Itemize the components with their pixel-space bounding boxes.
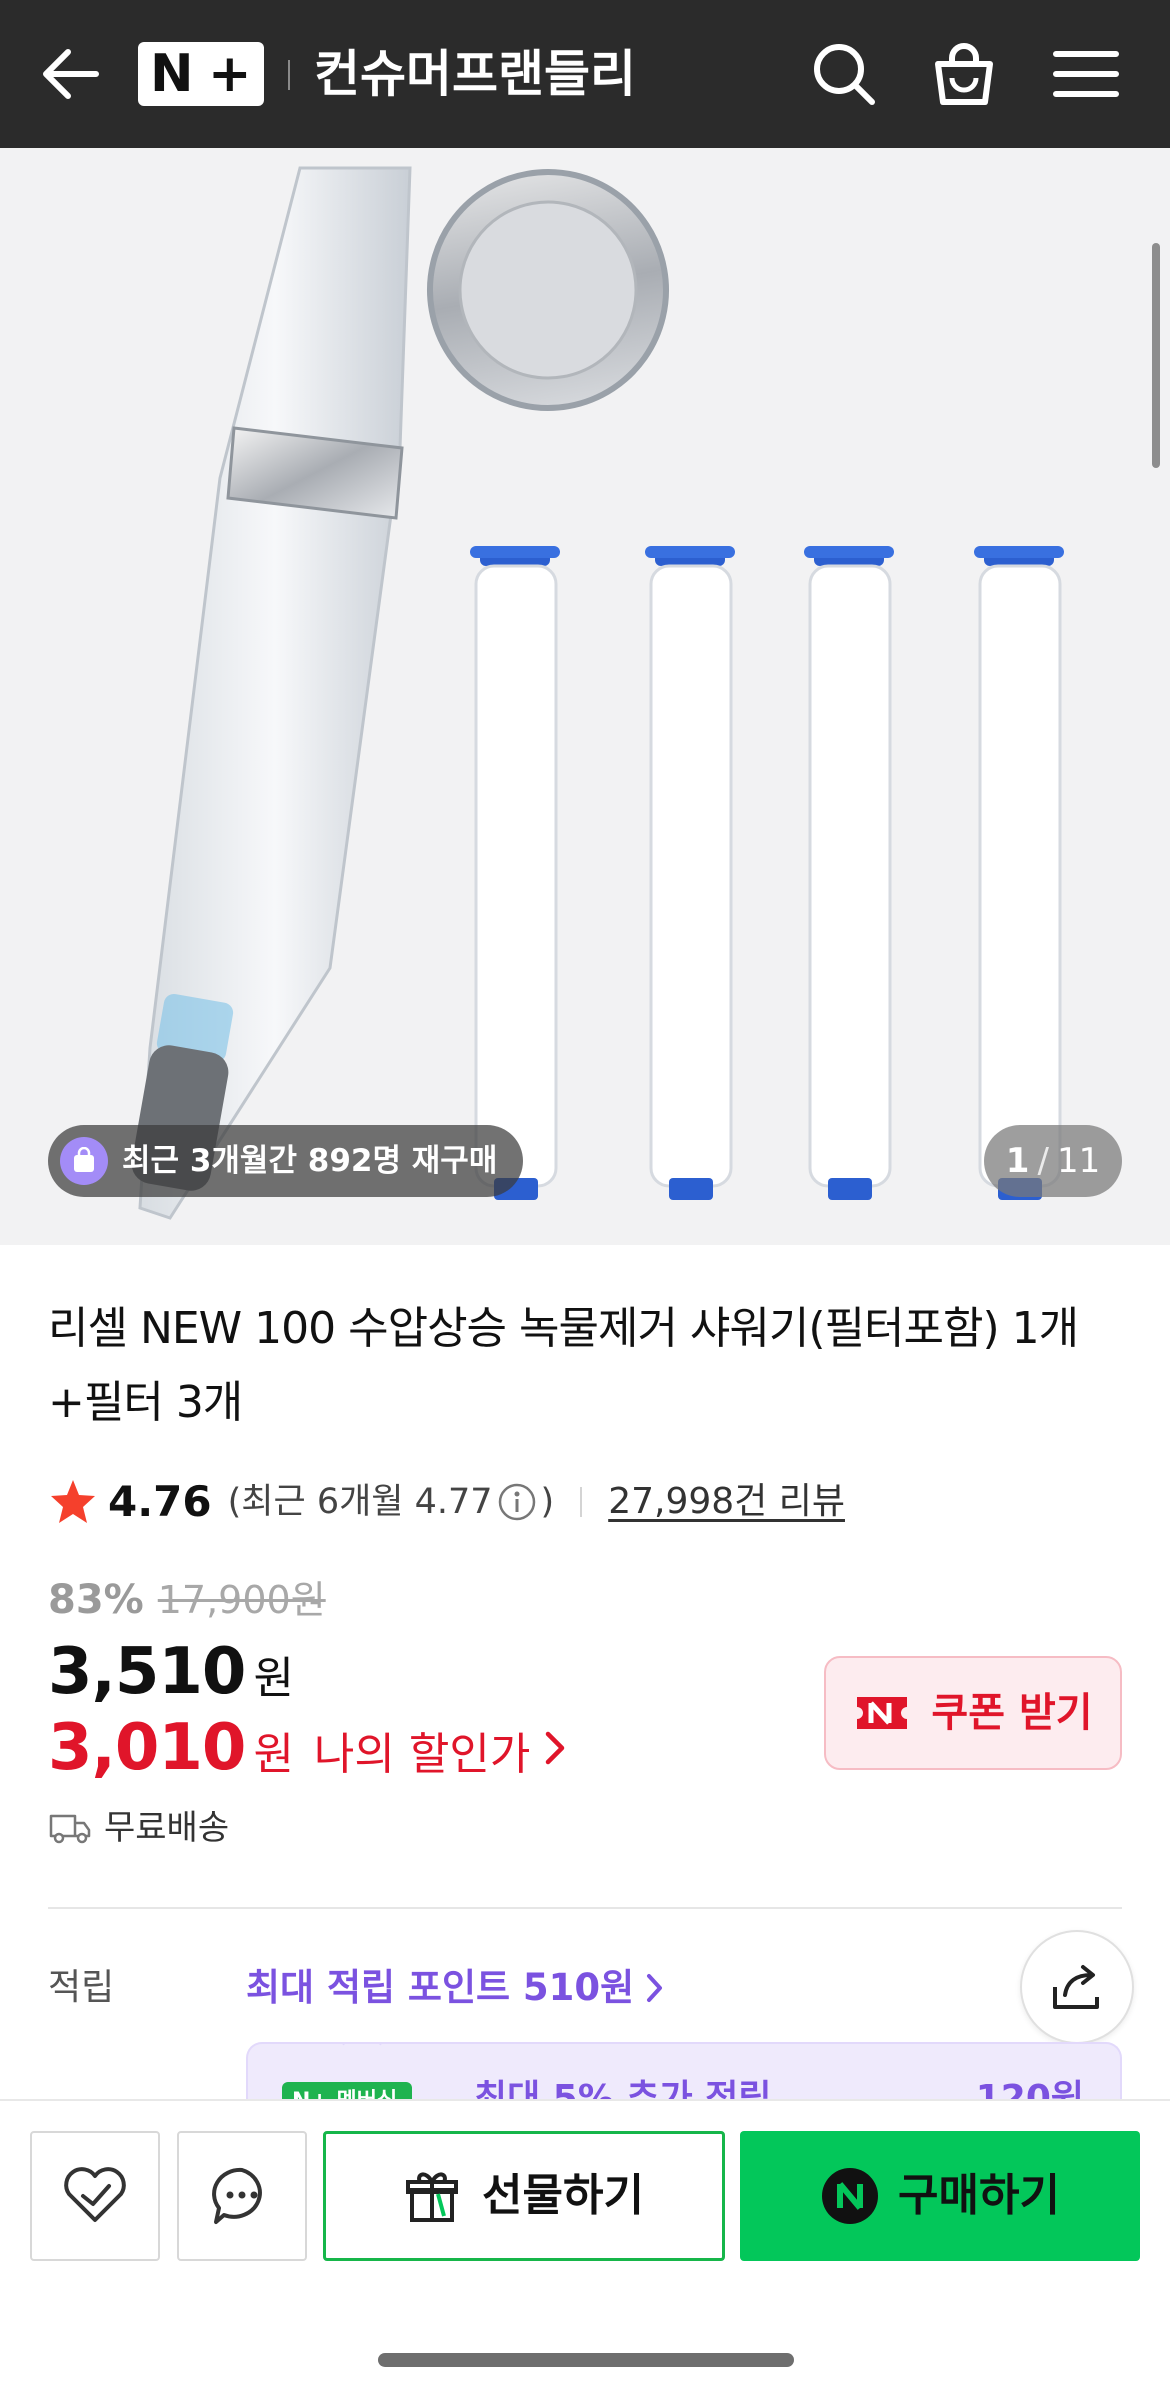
my-price-won: 원 xyxy=(253,1729,294,1780)
recent-rating: (최근 6개월 4.77 ) xyxy=(228,1474,555,1530)
membership-value: 120원 xyxy=(975,2078,1084,2102)
gift-label: 선물하기 xyxy=(482,2170,644,2221)
image-page-counter: 1 / 11 xyxy=(984,1125,1122,1197)
max-points-text: 최대 적립 포인트 510원 xyxy=(246,1966,635,2009)
logo-divider xyxy=(288,60,290,90)
search-button[interactable] xyxy=(808,38,880,110)
filter-cartridges xyxy=(470,546,1064,1200)
info-icon[interactable] xyxy=(497,1482,537,1522)
naver-n-icon xyxy=(822,2168,879,2224)
search-icon xyxy=(814,44,875,105)
section-divider xyxy=(48,1907,1122,1909)
discount-rate: 83% xyxy=(48,1577,144,1623)
share-button[interactable] xyxy=(1020,1930,1134,2044)
original-price: 17,900원 xyxy=(157,1578,326,1622)
max-points-link[interactable]: 최대 적립 포인트 510원 xyxy=(246,1960,666,2016)
naver-plus-store-logo[interactable]: N + xyxy=(138,42,264,106)
buy-label: 구매하기 xyxy=(898,2170,1060,2221)
sale-price-row: 3,510 원 xyxy=(48,1634,570,1710)
menu-icon xyxy=(1053,51,1119,97)
shipping-row: 무료배송 xyxy=(48,1800,229,1856)
shopping-bag-icon xyxy=(60,1137,108,1185)
shipping-text: 무료배송 xyxy=(104,1808,230,1848)
rating-divider xyxy=(580,1487,583,1517)
rating-row: 4.76 (최근 6개월 4.77 ) 27,998건 리뷰 xyxy=(48,1474,845,1530)
gift-button[interactable]: 선물하기 xyxy=(323,2131,725,2261)
page-separator: / xyxy=(1037,1141,1049,1181)
share-icon xyxy=(1053,1965,1099,2009)
coupon-label: 쿠폰 받기 xyxy=(931,1690,1093,1736)
membership-text: 최대 5% 추가 적립 xyxy=(474,2078,772,2102)
back-arrow-icon xyxy=(43,49,99,99)
sale-price-won: 원 xyxy=(253,1653,294,1704)
buy-button[interactable]: 구매하기 xyxy=(740,2131,1140,2261)
product-image-carousel[interactable]: 최근 3개월간 892명 재구매 1 / 11 xyxy=(0,148,1170,1245)
my-discount-price-row[interactable]: 3,010 원 나의 할인가 xyxy=(48,1710,570,1786)
sale-price: 3,510 xyxy=(48,1635,246,1709)
page-scrollbar[interactable] xyxy=(1152,243,1160,468)
store-name[interactable]: 컨슈머프랜들리 xyxy=(314,42,636,106)
product-image xyxy=(131,166,1064,1220)
back-button[interactable] xyxy=(38,44,108,104)
membership-points-box[interactable]: N+ 멤버십 최대 5% 추가 적립 120원 xyxy=(246,2042,1122,2102)
coupon-icon xyxy=(857,1697,908,1729)
logo-plus: + xyxy=(208,44,252,104)
bottom-action-bar: 선물하기 구매하기 xyxy=(0,2099,1170,2391)
rating-value: 4.76 xyxy=(108,1477,212,1526)
my-discount-label: 나의 할인가 xyxy=(313,1729,531,1780)
review-count-link[interactable]: 27,998건 리뷰 xyxy=(608,1474,845,1530)
talktalk-chat-button[interactable] xyxy=(177,2131,307,2261)
home-indicator[interactable] xyxy=(378,2353,794,2367)
chevron-right-icon xyxy=(647,1974,663,2002)
chevron-right-icon xyxy=(546,1731,565,1765)
chat-bubble-icon xyxy=(212,2167,262,2224)
page-current: 1 xyxy=(1005,1141,1030,1181)
top-header: N + 컨슈머프랜들리 xyxy=(0,0,1170,148)
cart-icon xyxy=(935,43,993,105)
recent-rating-text: (최근 6개월 4.77 xyxy=(227,1482,493,1522)
wishlist-button[interactable] xyxy=(30,2131,160,2261)
product-title: 리셀 NEW 100 수압상승 녹물제거 샤워기(필터포함) 1개+필터 3개 xyxy=(48,1303,1079,1428)
rebuy-badge: 최근 3개월간 892명 재구매 xyxy=(48,1125,524,1197)
coupon-download-button[interactable]: 쿠폰 받기 xyxy=(824,1656,1122,1770)
points-label: 적립 xyxy=(48,1967,115,2008)
rebuy-text: 최근 3개월간 892명 재구매 xyxy=(122,1143,498,1179)
cart-button[interactable] xyxy=(928,38,1000,110)
star-icon xyxy=(51,1480,95,1523)
heart-check-icon xyxy=(64,2167,126,2222)
my-discount-price: 3,010 xyxy=(48,1711,246,1785)
discount-row: 83% 17,900원 xyxy=(48,1570,570,1630)
gift-icon xyxy=(406,2172,459,2222)
truck-icon xyxy=(49,1814,91,1844)
menu-button[interactable] xyxy=(1050,38,1122,110)
page-total: 11 xyxy=(1056,1141,1101,1181)
logo-n: N xyxy=(150,44,194,104)
price-block: 83% 17,900원 3,510 원 3,010 원 나의 할인가 xyxy=(48,1570,570,1786)
recent-rating-close: ) xyxy=(540,1482,555,1522)
